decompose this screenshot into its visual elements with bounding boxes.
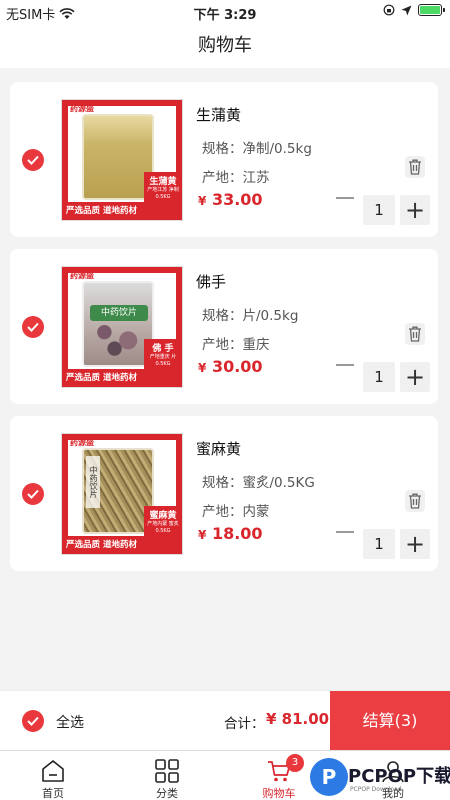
watermark-subtext: PCPOP Download bbox=[350, 786, 402, 793]
grid-icon bbox=[155, 759, 179, 783]
checkout-button[interactable]: 结算(3) bbox=[330, 691, 450, 751]
quantity-value[interactable]: 1 bbox=[363, 195, 395, 225]
package-slogan: 严选品质 道地药材 bbox=[62, 536, 182, 554]
orientation-lock-icon bbox=[383, 4, 395, 16]
tab-label: 分类 bbox=[156, 787, 178, 800]
select-all-label[interactable]: 全选 bbox=[56, 712, 84, 732]
product-spec: 规格：净制/0.5kg bbox=[202, 141, 312, 157]
item-checkbox[interactable] bbox=[22, 483, 44, 505]
product-spec: 规格：片/0.5kg bbox=[202, 308, 299, 324]
product-origin: 产地：内蒙 bbox=[202, 504, 270, 520]
trash-icon bbox=[405, 323, 425, 345]
product-spec: 规格：蜜炙/0.5KG bbox=[202, 475, 315, 491]
home-icon bbox=[42, 760, 64, 782]
tab-label: 首页 bbox=[42, 787, 64, 800]
watermark-text: PCPOP下载 bbox=[348, 766, 450, 787]
product-origin: 产地：重庆 bbox=[202, 337, 270, 353]
product-name[interactable]: 生蒲黄 bbox=[196, 104, 241, 125]
package-label: 中药饮片 bbox=[86, 456, 100, 508]
cart-item: 药源盛 中药饮片 蜜麻黄 产地内蒙 蜜炙0.5KG 严选品质 道地药材 蜜麻黄 规… bbox=[10, 416, 438, 571]
tab-category[interactable]: 分类 bbox=[122, 751, 212, 800]
package-brand: 药源盛 bbox=[70, 104, 94, 113]
location-icon bbox=[401, 5, 412, 15]
product-image[interactable]: 药源盛 中药饮片 蜜麻黄 产地内蒙 蜜炙0.5KG 严选品质 道地药材 bbox=[61, 433, 183, 555]
cart-badge: 3 bbox=[286, 754, 304, 772]
tab-home[interactable]: 首页 bbox=[8, 751, 98, 800]
checkmark-icon bbox=[27, 716, 39, 726]
package-slogan: 严选品质 道地药材 bbox=[62, 202, 182, 220]
delete-button[interactable] bbox=[405, 323, 425, 349]
status-bar: 无SIM卡 下午 3:29 bbox=[0, 0, 450, 24]
trash-icon bbox=[405, 490, 425, 512]
delete-button[interactable] bbox=[405, 156, 425, 182]
product-price: ¥ 33.00 bbox=[198, 190, 263, 209]
checkmark-icon bbox=[27, 155, 39, 165]
item-checkbox[interactable] bbox=[22, 316, 44, 338]
cart-item: 药源盛 中药饮片 佛 手产地重庆 片0.5KG 严选品质 道地药材 佛手 规格：… bbox=[10, 249, 438, 404]
product-name[interactable]: 蜜麻黄 bbox=[196, 438, 241, 459]
package-brand: 药源盛 bbox=[70, 438, 94, 447]
total-amount: ¥ 81.00 bbox=[266, 710, 330, 728]
package-brand: 药源盛 bbox=[70, 271, 94, 280]
watermark-logo: P PCPOP下载 PCPOP Download bbox=[308, 756, 450, 800]
increase-quantity-button[interactable]: + bbox=[400, 529, 430, 559]
checkmark-icon bbox=[27, 322, 39, 332]
package-tag: 蜜麻黄 产地内蒙 蜜炙0.5KG bbox=[144, 506, 182, 536]
increase-quantity-button[interactable]: + bbox=[400, 195, 430, 225]
product-image[interactable]: 药源盛 中药饮片 佛 手产地重庆 片0.5KG 严选品质 道地药材 bbox=[61, 266, 183, 388]
increase-quantity-button[interactable]: + bbox=[400, 362, 430, 392]
delete-button[interactable] bbox=[405, 490, 425, 516]
trash-icon bbox=[405, 156, 425, 178]
product-image[interactable]: 药源盛 生蒲黄 产地江苏 净制0.5KG 严选品质 道地药材 bbox=[61, 99, 183, 221]
package-slogan: 严选品质 道地药材 bbox=[62, 369, 182, 387]
product-price: ¥ 30.00 bbox=[198, 357, 263, 376]
product-origin: 产地：江苏 bbox=[202, 170, 270, 186]
quantity-value[interactable]: 1 bbox=[363, 529, 395, 559]
decrease-quantity-button[interactable] bbox=[336, 197, 354, 199]
package-tag: 生蒲黄 产地江苏 净制0.5KG bbox=[144, 172, 182, 202]
cart-item: 药源盛 生蒲黄 产地江苏 净制0.5KG 严选品质 道地药材 生蒲黄 规格：净制/… bbox=[10, 82, 438, 237]
checkout-bar: 全选 合计： ¥ 81.00 结算(3) bbox=[0, 690, 450, 751]
page-title: 购物车 bbox=[0, 24, 450, 68]
total-label: 合计： bbox=[224, 716, 265, 732]
battery-icon bbox=[418, 4, 445, 16]
package-label: 中药饮片 bbox=[90, 305, 148, 321]
status-icons bbox=[383, 4, 445, 16]
package-tag: 佛 手产地重庆 片0.5KG bbox=[144, 339, 182, 369]
decrease-quantity-button[interactable] bbox=[336, 364, 354, 366]
watermark-badge: P bbox=[310, 758, 348, 796]
product-price: ¥ 18.00 bbox=[198, 524, 263, 543]
item-checkbox[interactable] bbox=[22, 149, 44, 171]
decrease-quantity-button[interactable] bbox=[336, 531, 354, 533]
select-all-checkbox[interactable] bbox=[22, 710, 44, 732]
checkmark-icon bbox=[27, 489, 39, 499]
product-name[interactable]: 佛手 bbox=[196, 271, 226, 292]
quantity-value[interactable]: 1 bbox=[363, 362, 395, 392]
